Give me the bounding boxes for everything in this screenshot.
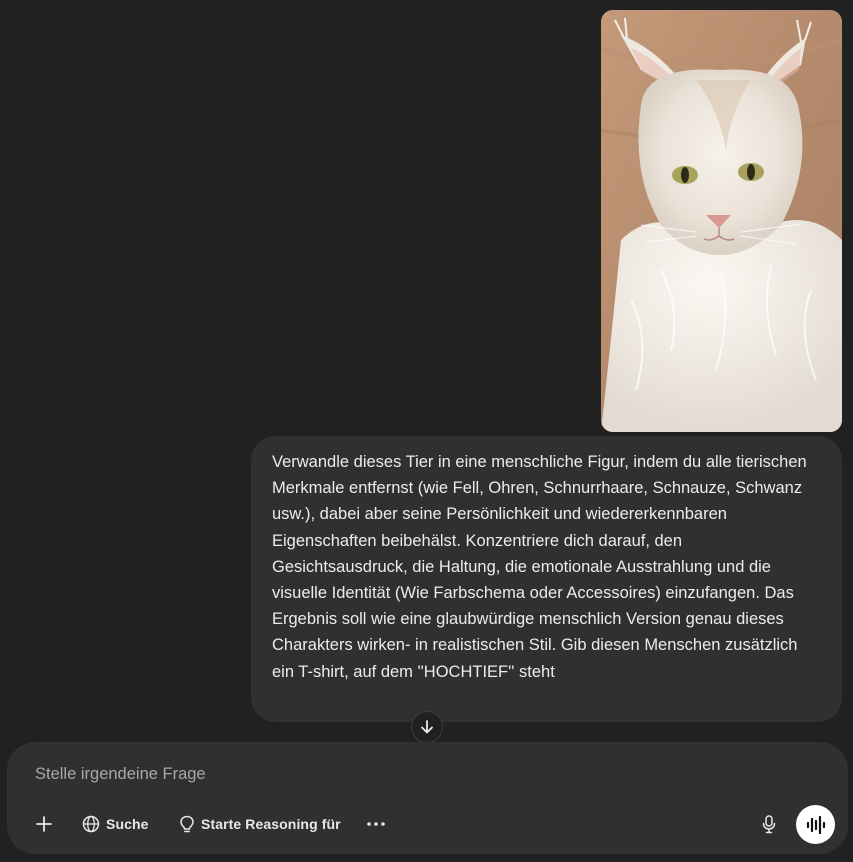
more-options-button[interactable] bbox=[364, 810, 388, 838]
search-button[interactable]: Suche bbox=[82, 810, 149, 838]
voice-wave-icon bbox=[806, 815, 825, 834]
cat-photo bbox=[601, 10, 842, 432]
globe-icon bbox=[82, 815, 100, 833]
attached-cat-image[interactable] bbox=[601, 10, 842, 432]
microphone-icon bbox=[762, 814, 776, 833]
prompt-input[interactable] bbox=[35, 763, 735, 785]
reasoning-button[interactable]: Starte Reasoning für bbox=[179, 810, 341, 838]
search-button-label: Suche bbox=[106, 816, 149, 832]
reasoning-button-label: Starte Reasoning für bbox=[201, 816, 341, 832]
voice-mode-button[interactable] bbox=[796, 805, 835, 844]
ellipsis-icon bbox=[367, 822, 385, 826]
lightbulb-icon bbox=[180, 815, 194, 832]
user-message-text: Verwandle dieses Tier in eine menschlich… bbox=[272, 453, 807, 681]
user-message-bubble: Verwandle dieses Tier in eine menschlich… bbox=[251, 436, 842, 722]
arrow-down-icon bbox=[421, 720, 433, 734]
dictate-button[interactable] bbox=[758, 810, 780, 838]
plus-icon bbox=[36, 816, 52, 832]
add-attachment-button[interactable] bbox=[33, 810, 55, 838]
scroll-to-bottom-button[interactable] bbox=[411, 711, 443, 743]
chat-page: Verwandle dieses Tier in eine menschlich… bbox=[0, 0, 853, 862]
message-composer: Suche Starte Reasoning für bbox=[7, 742, 848, 854]
